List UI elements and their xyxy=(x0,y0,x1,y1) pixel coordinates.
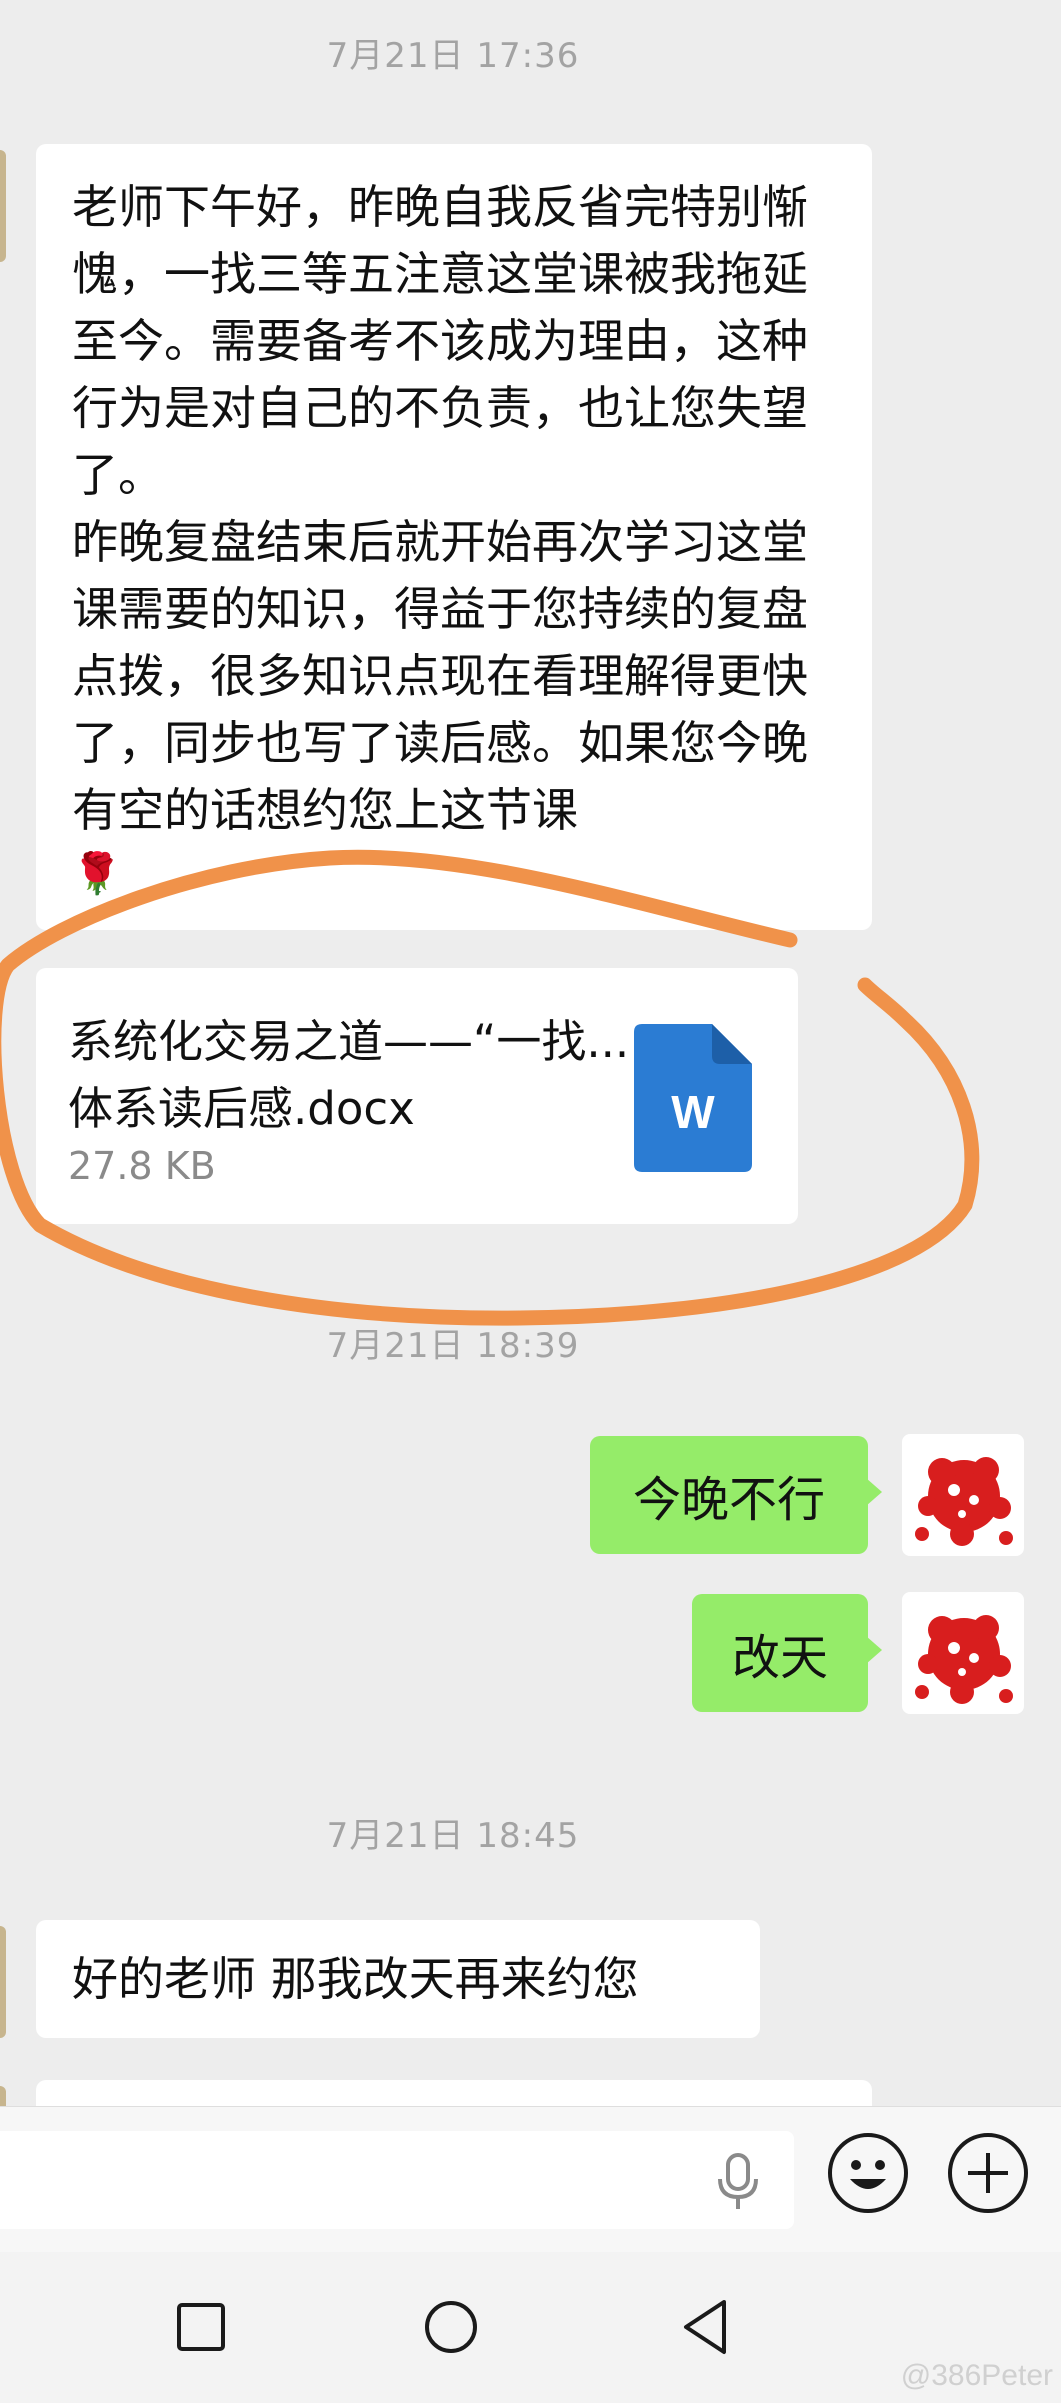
timestamp: 7月21日 18:45 xyxy=(326,1816,580,1856)
watermark: @386Peter xyxy=(900,2359,1053,2392)
my-avatar[interactable] xyxy=(902,1592,1024,1714)
smiley-icon[interactable] xyxy=(828,2133,908,2213)
triangle-back-icon[interactable] xyxy=(680,2298,730,2360)
system-navigation-bar: @386Peter xyxy=(0,2252,1061,2403)
plus-icon[interactable] xyxy=(948,2133,1028,2213)
sent-message-bubble[interactable]: 今晚不行 xyxy=(590,1436,882,1554)
microphone-icon[interactable] xyxy=(716,2153,760,2215)
message-input[interactable] xyxy=(0,2131,794,2229)
message-text: 好的老师 那我改天再来约您 xyxy=(72,1952,639,2006)
chat-input-bar xyxy=(0,2106,1061,2253)
circle-icon[interactable] xyxy=(424,2300,478,2358)
annotation-ellipse xyxy=(0,849,980,1326)
sent-message-text: 今晚不行 xyxy=(632,1472,825,1528)
square-icon[interactable] xyxy=(176,2302,226,2356)
peer-avatar[interactable] xyxy=(0,1926,6,2038)
sent-message-text: 改天 xyxy=(731,1630,828,1686)
my-avatar[interactable] xyxy=(902,1434,1024,1556)
sent-message-bubble[interactable]: 改天 xyxy=(692,1594,882,1712)
incoming-message-bubble[interactable]: 好的老师 那我改天再来约您 xyxy=(36,1920,760,2038)
